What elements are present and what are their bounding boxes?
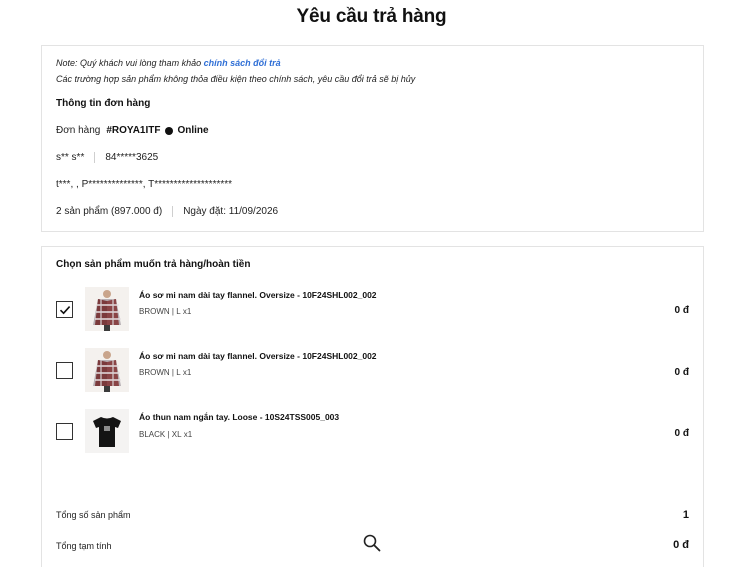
order-info-title: Thông tin đơn hàng xyxy=(56,98,151,109)
checkmark-icon xyxy=(59,305,70,314)
products-summary: 2 sản phẩm (897.000 đ) xyxy=(56,206,163,217)
order-label: Đơn hàng xyxy=(56,125,101,136)
product-name: Áo thun nam ngắn tay. Loose - 10S24TSS00… xyxy=(139,412,340,422)
product-price: 0 đ xyxy=(674,367,689,378)
return-policy-link[interactable]: chính sách đổi trả xyxy=(204,58,281,68)
page-title: Yêu cầu trả hàng xyxy=(296,6,447,27)
tshirt-image xyxy=(85,409,129,453)
divider xyxy=(94,152,96,163)
total-count-value: 1 xyxy=(682,509,689,521)
customer-name: s** s** xyxy=(56,152,85,163)
order-code: #ROYA1ITF xyxy=(106,125,161,136)
magnifier-icon[interactable] xyxy=(362,533,382,553)
subtotal-value: 0 đ xyxy=(673,539,689,551)
policy-note-text: Note: Quý khách vui lòng tham khảo xyxy=(56,58,202,68)
product-price: 0 đ xyxy=(674,428,689,439)
product-variant: BROWN | L x1 xyxy=(139,368,192,377)
product-select-card: Chọn sản phẩm muốn trả hàng/hoàn tiền Áo… xyxy=(41,246,704,567)
subtotal-label: Tổng tạm tính xyxy=(56,541,112,551)
product-variant: BLACK | XL x1 xyxy=(139,430,193,439)
product-price: 0 đ xyxy=(674,305,689,316)
flannel-shirt-image xyxy=(85,348,129,392)
policy-note: Note: Quý khách vui lòng tham khảo chính… xyxy=(56,58,281,68)
customer-row: s** s** 84*****3625 xyxy=(56,152,158,163)
order-code-row: Đơn hàng #ROYA1ITF Online xyxy=(56,125,209,136)
product-thumbnail xyxy=(85,409,129,453)
product-thumbnail xyxy=(85,287,129,331)
product-name: Áo sơ mi nam dài tay flannel. Oversize -… xyxy=(139,351,377,361)
customer-phone: 84*****3625 xyxy=(105,152,159,163)
divider xyxy=(172,206,174,217)
product-thumbnail xyxy=(85,348,129,392)
status-dot-icon xyxy=(165,126,174,135)
policy-note-line2: Các trường hợp sản phẩm không thỏa điều … xyxy=(56,74,416,84)
product-checkbox[interactable] xyxy=(56,362,73,379)
order-date: Ngày đặt: 11/09/2026 xyxy=(183,206,279,217)
product-name: Áo sơ mi nam dài tay flannel. Oversize -… xyxy=(139,290,377,300)
total-count-label: Tổng số sản phẩm xyxy=(56,510,131,520)
product-checkbox[interactable] xyxy=(56,301,73,318)
product-select-title: Chọn sản phẩm muốn trả hàng/hoàn tiền xyxy=(56,259,251,270)
product-variant: BROWN | L x1 xyxy=(139,307,192,316)
order-channel: Online xyxy=(177,125,209,136)
order-summary-row: 2 sản phẩm (897.000 đ) Ngày đặt: 11/09/2… xyxy=(56,206,278,217)
product-checkbox[interactable] xyxy=(56,423,73,440)
customer-address: t***, , P**************, T**************… xyxy=(56,179,233,190)
order-info-card: Note: Quý khách vui lòng tham khảo chính… xyxy=(41,45,704,232)
flannel-shirt-image xyxy=(85,287,129,331)
